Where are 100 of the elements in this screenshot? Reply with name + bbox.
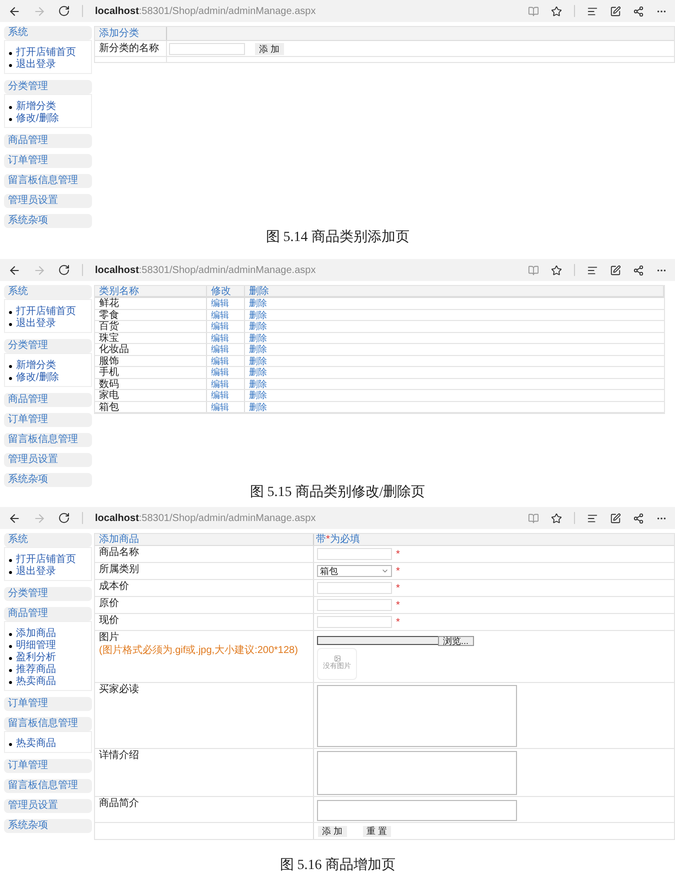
edit-link[interactable]: 编辑 xyxy=(207,321,245,332)
file-path-field[interactable] xyxy=(317,636,438,645)
delete-link[interactable]: 删除 xyxy=(245,298,664,308)
sidebar-header[interactable]: 订单管理 xyxy=(4,154,92,168)
address-bar[interactable]: localhost:58301/Shop/admin/adminManage.aspx xyxy=(95,4,316,18)
delete-link[interactable]: 删除 xyxy=(245,390,664,400)
favorite-icon[interactable] xyxy=(551,6,562,16)
delete-link[interactable]: 删除 xyxy=(245,378,664,389)
reset-button[interactable]: 重 置 xyxy=(362,826,392,836)
edit-link[interactable]: 编辑 xyxy=(207,390,245,400)
sidebar-link[interactable]: 热卖商品 xyxy=(16,738,56,750)
bullet-icon xyxy=(9,322,12,326)
sidebar-link[interactable]: 添加商品 xyxy=(16,628,56,640)
sidebar-link[interactable]: 打开店铺首页 xyxy=(16,306,76,318)
sidebar-header[interactable]: 分类管理 xyxy=(4,80,92,94)
sidebar-header[interactable]: 商品管理 xyxy=(4,393,92,407)
sidebar-link[interactable]: 修改/删除 xyxy=(16,113,59,125)
reading-view-icon[interactable] xyxy=(528,264,539,276)
sidebar-link[interactable]: 修改/删除 xyxy=(16,372,59,384)
sidebar-link[interactable]: 退出登录 xyxy=(16,318,56,330)
address-bar[interactable]: localhost:58301/Shop/admin/adminManage.aspx xyxy=(95,262,316,278)
sidebar-link[interactable]: 盈利分析 xyxy=(16,652,56,664)
edit-link[interactable]: 编辑 xyxy=(207,310,245,320)
delete-link[interactable]: 删除 xyxy=(245,367,664,378)
note-icon[interactable] xyxy=(610,264,621,276)
refresh-icon[interactable] xyxy=(58,512,70,524)
back-icon[interactable] xyxy=(8,512,21,524)
delete-link[interactable]: 删除 xyxy=(245,332,664,343)
figure-caption: 图 5.15 商品类别修改/删除页 xyxy=(250,483,426,502)
delete-link[interactable]: 删除 xyxy=(245,356,664,366)
share-icon[interactable] xyxy=(633,512,644,524)
sidebar-link[interactable]: 新增分类 xyxy=(16,360,56,372)
back-icon[interactable] xyxy=(8,264,21,276)
hub-icon[interactable] xyxy=(587,512,598,524)
input-field[interactable] xyxy=(317,599,392,611)
address-bar[interactable]: localhost:58301/Shop/admin/adminManage.aspx xyxy=(95,510,316,526)
note-icon[interactable] xyxy=(610,6,621,16)
favorite-icon[interactable] xyxy=(551,264,562,276)
favorite-icon[interactable] xyxy=(551,512,562,524)
edit-link[interactable]: 编辑 xyxy=(207,378,245,389)
edit-link[interactable]: 编辑 xyxy=(207,298,245,308)
edit-link[interactable]: 编辑 xyxy=(207,356,245,366)
sidebar-link[interactable]: 打开店铺首页 xyxy=(16,554,76,566)
sidebar-header[interactable]: 系统杂项 xyxy=(4,819,92,833)
sidebar-link[interactable]: 退出登录 xyxy=(16,59,56,71)
sidebar-header[interactable]: 商品管理 xyxy=(4,607,92,621)
sidebar-link[interactable]: 退出登录 xyxy=(16,566,56,578)
hub-icon[interactable] xyxy=(587,264,598,276)
add-button[interactable]: 添 加 xyxy=(318,826,347,836)
input-field[interactable] xyxy=(169,42,245,54)
sidebar-link[interactable]: 明细管理 xyxy=(16,640,56,652)
share-icon[interactable] xyxy=(633,264,644,276)
refresh-icon[interactable] xyxy=(58,264,70,276)
delete-link[interactable]: 删除 xyxy=(245,310,664,320)
sidebar-link[interactable]: 打开店铺首页 xyxy=(16,47,76,59)
bullet-icon xyxy=(9,118,12,120)
sidebar-header[interactable]: 商品管理 xyxy=(4,134,92,148)
back-icon[interactable] xyxy=(8,4,21,18)
sidebar-header[interactable]: 分类管理 xyxy=(4,587,92,601)
sidebar-header[interactable]: 系统 xyxy=(4,285,92,299)
sidebar-header[interactable]: 订单管理 xyxy=(4,413,92,427)
category-select[interactable]: 箱包 xyxy=(317,565,392,577)
refresh-icon[interactable] xyxy=(58,5,70,17)
column-header: 类别名称 xyxy=(95,286,207,296)
sidebar-link[interactable]: 新增分类 xyxy=(16,101,56,113)
sidebar-header[interactable]: 系统杂项 xyxy=(4,214,92,228)
sidebar-header[interactable]: 留言板信息管理 xyxy=(4,433,92,447)
sidebar-header[interactable]: 留言板信息管理 xyxy=(4,174,92,188)
note-icon[interactable] xyxy=(610,512,621,524)
add-button[interactable]: 添 加 xyxy=(255,42,284,54)
delete-link[interactable]: 删除 xyxy=(245,344,664,354)
input-field[interactable] xyxy=(317,616,392,628)
sidebar-header[interactable]: 管理员设置 xyxy=(4,453,92,467)
delete-link[interactable]: 删除 xyxy=(245,321,664,332)
sidebar-header[interactable]: 管理员设置 xyxy=(4,799,92,813)
reading-view-icon[interactable] xyxy=(528,512,539,524)
edit-link[interactable]: 编辑 xyxy=(207,402,245,412)
sidebar-header[interactable]: 系统杂项 xyxy=(4,473,92,487)
sidebar-header[interactable]: 留言板信息管理 xyxy=(4,717,92,731)
required-mark: * xyxy=(396,616,400,630)
sidebar-header[interactable]: 订单管理 xyxy=(4,759,92,773)
browse-button[interactable]: 浏览... xyxy=(438,636,474,646)
edit-link[interactable]: 编辑 xyxy=(207,332,245,343)
sidebar-header[interactable]: 订单管理 xyxy=(4,697,92,711)
sidebar-header[interactable]: 分类管理 xyxy=(4,339,92,353)
input-field[interactable] xyxy=(317,548,392,560)
sidebar-header[interactable]: 系统 xyxy=(4,533,92,547)
edit-link[interactable]: 编辑 xyxy=(207,344,245,354)
sidebar-link[interactable]: 热卖商品 xyxy=(16,676,56,688)
sidebar-link[interactable]: 推荐商品 xyxy=(16,664,56,676)
sidebar-header[interactable]: 系统 xyxy=(4,26,92,40)
sidebar-header[interactable]: 管理员设置 xyxy=(4,194,92,208)
edit-link[interactable]: 编辑 xyxy=(207,367,245,378)
share-icon[interactable] xyxy=(633,6,644,16)
delete-link[interactable]: 删除 xyxy=(245,402,664,412)
reading-view-icon[interactable] xyxy=(528,6,539,16)
table-cell: 百货 xyxy=(95,321,207,332)
hub-icon[interactable] xyxy=(587,6,598,16)
input-field[interactable] xyxy=(317,582,392,594)
sidebar-header[interactable]: 留言板信息管理 xyxy=(4,779,92,793)
